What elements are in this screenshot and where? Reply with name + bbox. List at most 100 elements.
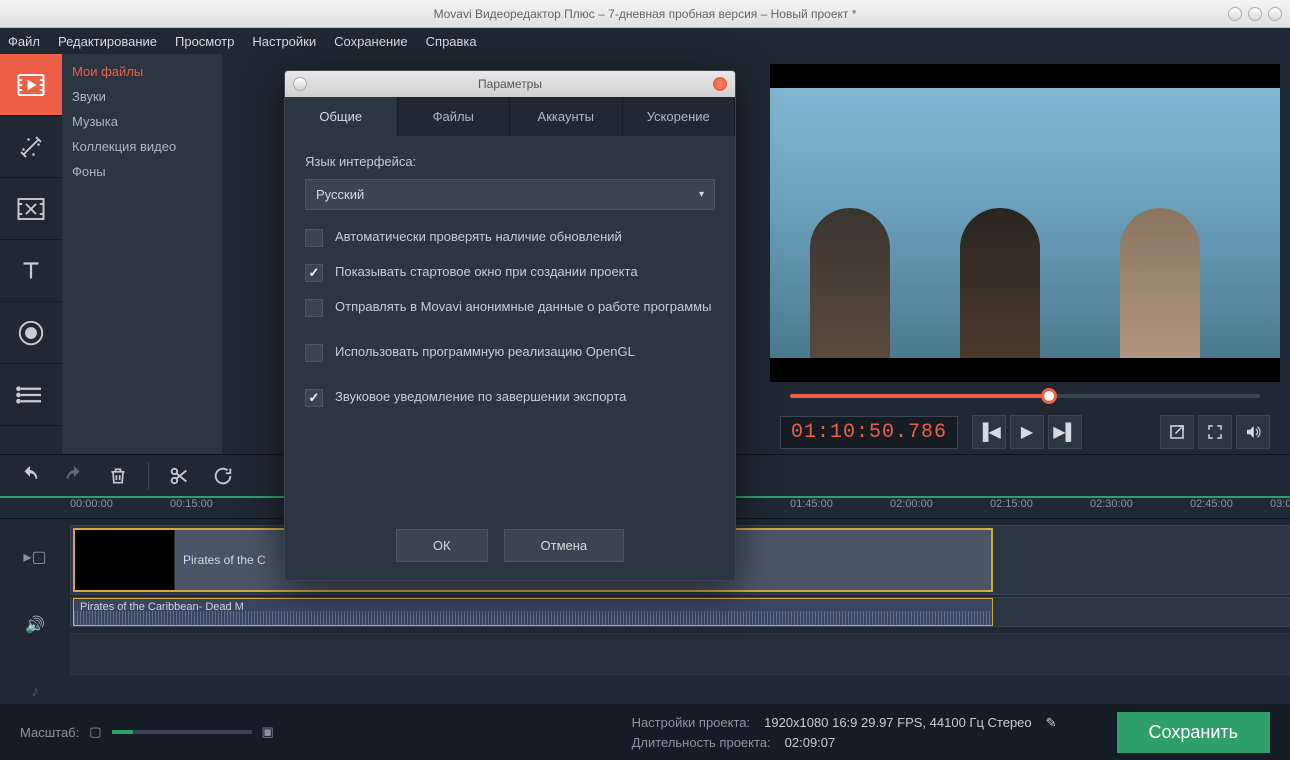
language-label: Язык интерфейса: bbox=[305, 154, 715, 169]
dialog-close-button[interactable] bbox=[713, 77, 727, 91]
clip-thumbnail bbox=[75, 530, 175, 590]
volume-button[interactable] bbox=[1236, 415, 1270, 449]
ruler-tick: 02:45:00 bbox=[1190, 498, 1233, 510]
menu-settings[interactable]: Настройки bbox=[252, 34, 316, 49]
checkbox-anon-data[interactable] bbox=[305, 299, 323, 317]
dialog-footer: ОК Отмена bbox=[285, 511, 735, 580]
titlebar: Movavi Видеоредактор Плюс – 7-дневная пр… bbox=[0, 0, 1290, 28]
menu-help[interactable]: Справка bbox=[426, 34, 477, 49]
label-opengl: Использовать программную реализацию Open… bbox=[335, 343, 635, 361]
side-stickers-icon[interactable] bbox=[0, 302, 62, 364]
close-window-button[interactable] bbox=[1268, 7, 1282, 21]
menu-edit[interactable]: Редактирование bbox=[58, 34, 157, 49]
dialog-body: Язык интерфейса: Русский Автоматически п… bbox=[285, 136, 735, 441]
detach-preview-button[interactable] bbox=[1160, 415, 1194, 449]
dialog-icon bbox=[293, 77, 307, 91]
ruler-tick: 01:45:00 bbox=[790, 498, 833, 510]
label-auto-update: Автоматически проверять наличие обновлен… bbox=[335, 228, 622, 246]
delete-button[interactable] bbox=[100, 458, 136, 494]
import-sounds[interactable]: Звуки bbox=[72, 87, 212, 106]
tab-files[interactable]: Файлы bbox=[398, 97, 511, 136]
dialog-title: Параметры bbox=[478, 77, 542, 91]
ruler-tick: 02:00:00 bbox=[890, 498, 933, 510]
checkbox-start-window[interactable] bbox=[305, 264, 323, 282]
rotate-button[interactable] bbox=[205, 458, 241, 494]
preview-video[interactable] bbox=[770, 64, 1280, 382]
zoom-in-icon[interactable]: ▣ bbox=[262, 724, 274, 740]
tab-accounts[interactable]: Аккаунты bbox=[510, 97, 623, 136]
option-anon-data: Отправлять в Movavi анонимные данные о р… bbox=[305, 298, 715, 317]
menu-view[interactable]: Просмотр bbox=[175, 34, 234, 49]
language-select[interactable]: Русский bbox=[305, 179, 715, 210]
video-clip-label: Pirates of the C bbox=[175, 553, 266, 567]
play-button[interactable]: ▶ bbox=[1010, 415, 1044, 449]
save-button[interactable]: Сохранить bbox=[1117, 712, 1270, 753]
option-sound-notify: Звуковое уведомление по завершении экспо… bbox=[305, 388, 715, 407]
maximize-button[interactable] bbox=[1248, 7, 1262, 21]
side-transitions-icon[interactable] bbox=[0, 178, 62, 240]
language-value: Русский bbox=[316, 187, 364, 202]
option-start-window: Показывать стартовое окно при создании п… bbox=[305, 263, 715, 282]
side-more-icon[interactable] bbox=[0, 364, 62, 426]
dialog-tabs: Общие Файлы Аккаунты Ускорение bbox=[285, 97, 735, 136]
menubar: Файл Редактирование Просмотр Настройки С… bbox=[0, 28, 1290, 54]
side-media-icon[interactable] bbox=[0, 54, 62, 116]
ruler-tick: 02:30:00 bbox=[1090, 498, 1133, 510]
minimize-button[interactable] bbox=[1228, 7, 1242, 21]
fullscreen-button[interactable] bbox=[1198, 415, 1232, 449]
edit-settings-icon[interactable]: ✎ bbox=[1046, 715, 1057, 731]
import-video-collection[interactable]: Коллекция видео bbox=[72, 137, 212, 156]
next-button[interactable]: ▶▌ bbox=[1048, 415, 1082, 449]
playback-controls: 01:10:50.786 ▐◀ ▶ ▶▌ bbox=[770, 410, 1280, 454]
ruler-tick: 02:15:00 bbox=[990, 498, 1033, 510]
import-backgrounds[interactable]: Фоны bbox=[72, 162, 212, 181]
import-my-files[interactable]: Мои файлы bbox=[72, 62, 212, 81]
audio-track-icon[interactable]: 🔊 bbox=[25, 615, 45, 635]
prev-button[interactable]: ▐◀ bbox=[972, 415, 1006, 449]
project-info: Настройки проекта: 1920x1080 16:9 29.97 … bbox=[632, 715, 1057, 750]
extra-track[interactable] bbox=[70, 633, 1290, 675]
window-controls bbox=[1228, 7, 1282, 21]
video-track-icon[interactable]: ▸▢ bbox=[23, 547, 46, 567]
duration-label: Длительность проекта: bbox=[632, 735, 771, 750]
option-opengl: Использовать программную реализацию Open… bbox=[305, 343, 715, 362]
audio-clip[interactable]: Pirates of the Caribbean- Dead M bbox=[73, 598, 993, 626]
checkbox-sound-notify[interactable] bbox=[305, 389, 323, 407]
statusbar: Масштаб: ▢ ▣ Настройки проекта: 1920x108… bbox=[0, 704, 1290, 760]
ok-button[interactable]: ОК bbox=[396, 529, 488, 562]
preview-panel: 01:10:50.786 ▐◀ ▶ ▶▌ bbox=[760, 54, 1290, 454]
tab-acceleration[interactable]: Ускорение bbox=[623, 97, 736, 136]
checkbox-auto-update[interactable] bbox=[305, 229, 323, 247]
seek-thumb[interactable] bbox=[1041, 388, 1057, 404]
redo-button[interactable] bbox=[56, 458, 92, 494]
ruler-tick: 00:15:00 bbox=[170, 498, 213, 510]
dialog-titlebar[interactable]: Параметры bbox=[285, 71, 735, 97]
import-panel: Мои файлы Звуки Музыка Коллекция видео Ф… bbox=[62, 54, 222, 454]
side-filters-icon[interactable] bbox=[0, 116, 62, 178]
music-track-icon[interactable]: ♪ bbox=[31, 683, 39, 701]
menu-save[interactable]: Сохранение bbox=[334, 34, 408, 49]
track-header-icons: ▸▢ 🔊 ♪ bbox=[0, 519, 70, 718]
label-start-window: Показывать стартовое окно при создании п… bbox=[335, 263, 638, 281]
seek-bar[interactable] bbox=[770, 382, 1280, 410]
preferences-dialog: Параметры Общие Файлы Аккаунты Ускорение… bbox=[284, 70, 736, 581]
duration-value: 02:09:07 bbox=[785, 735, 836, 750]
import-music[interactable]: Музыка bbox=[72, 112, 212, 131]
zoom-label: Масштаб: bbox=[20, 725, 79, 740]
zoom-control: Масштаб: ▢ ▣ bbox=[20, 724, 274, 740]
window-title: Movavi Видеоредактор Плюс – 7-дневная пр… bbox=[434, 7, 857, 21]
cancel-button[interactable]: Отмена bbox=[504, 529, 625, 562]
timecode-display: 01:10:50.786 bbox=[780, 416, 958, 449]
label-sound-notify: Звуковое уведомление по завершении экспо… bbox=[335, 388, 626, 406]
side-titles-icon[interactable] bbox=[0, 240, 62, 302]
audio-track[interactable]: Pirates of the Caribbean- Dead M bbox=[70, 597, 1290, 627]
cut-button[interactable] bbox=[161, 458, 197, 494]
tab-general[interactable]: Общие bbox=[285, 97, 398, 136]
ruler-tick: 03:0 bbox=[1270, 498, 1290, 510]
checkbox-opengl[interactable] bbox=[305, 344, 323, 362]
zoom-out-icon[interactable]: ▢ bbox=[89, 724, 101, 740]
zoom-slider[interactable] bbox=[112, 730, 252, 734]
menu-file[interactable]: Файл bbox=[8, 34, 40, 49]
ruler-tick: 00:00:00 bbox=[70, 498, 113, 510]
undo-button[interactable] bbox=[12, 458, 48, 494]
